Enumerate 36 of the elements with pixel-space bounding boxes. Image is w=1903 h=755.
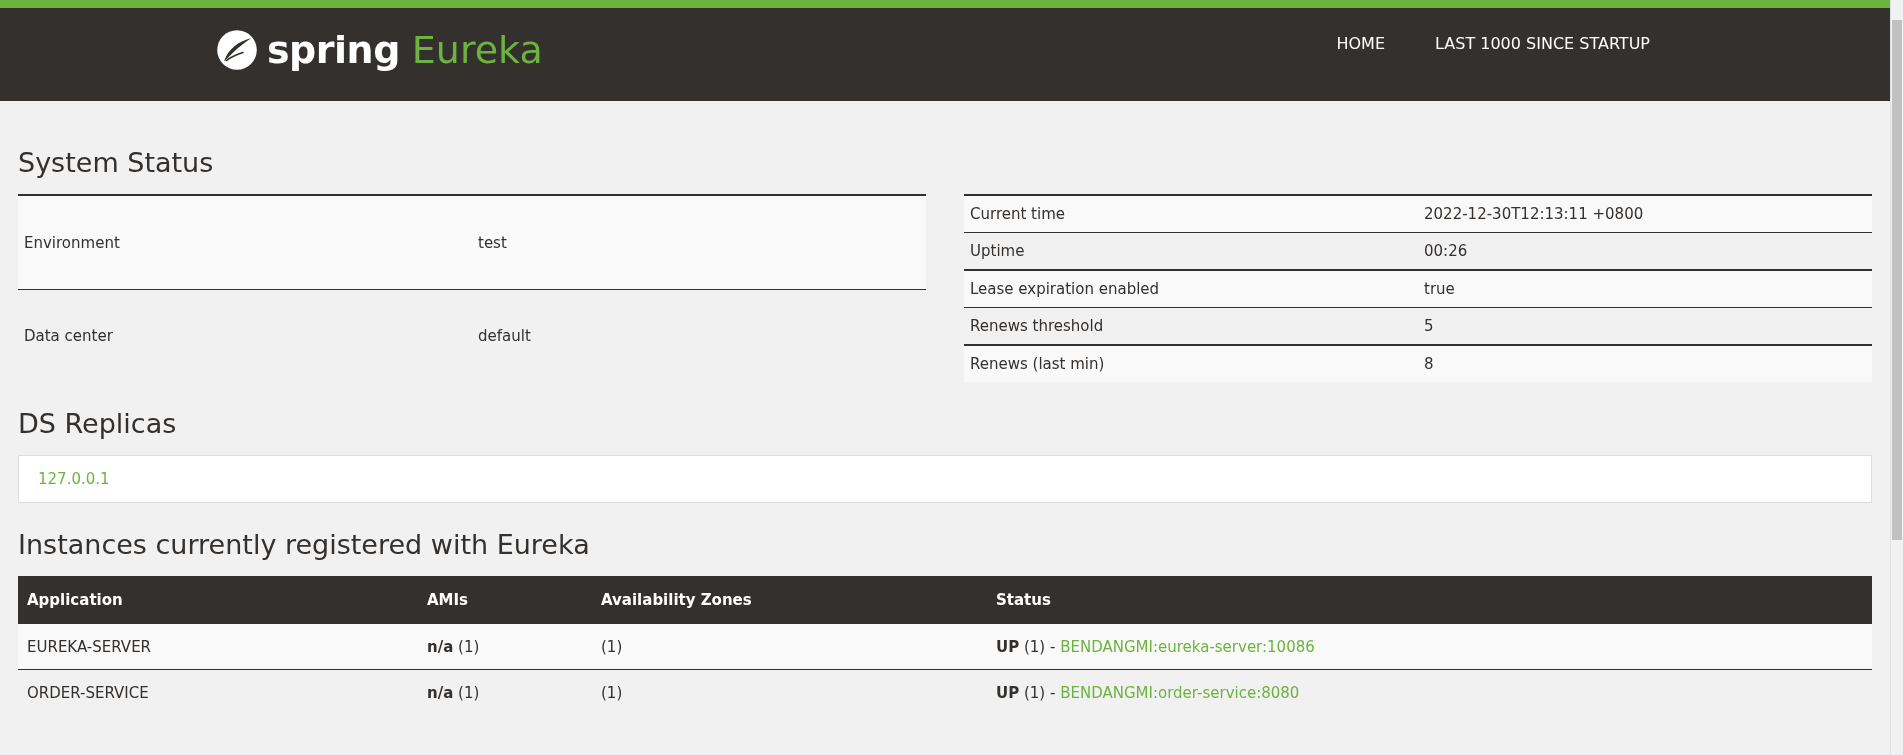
logo-product-text: Eureka xyxy=(411,27,543,72)
table-cell: Renews threshold xyxy=(964,307,1418,345)
table-cell: 2022-12-30T12:13:11 +0800 xyxy=(1418,195,1872,233)
column-header: Availability Zones xyxy=(592,576,983,624)
table-cell: 00:26 xyxy=(1418,232,1872,270)
table-cell: Lease expiration enabled xyxy=(964,270,1418,308)
column-header: Application xyxy=(18,576,418,624)
table-cell: EUREKA-SERVER xyxy=(18,624,418,670)
table-cell: Current time xyxy=(964,195,1418,233)
table-cell: true xyxy=(1418,270,1872,308)
table-cell: (1) xyxy=(592,624,983,670)
table-cell: test xyxy=(472,195,926,290)
section-heading: System Status xyxy=(18,147,215,178)
table-cell: Environment xyxy=(18,195,472,290)
nav-link[interactable]: HOME xyxy=(1336,34,1385,53)
section-heading: Instances currently registered with Eureka xyxy=(18,529,591,560)
replica-link[interactable]: 127.0.0.1 xyxy=(38,470,110,488)
instance-link[interactable]: BENDANGMI:order-service:8080 xyxy=(1060,683,1300,702)
column-header: Status xyxy=(983,576,1872,624)
table-cell: 8 xyxy=(1418,345,1872,382)
column-header: AMIs xyxy=(418,576,592,624)
table-cell: 5 xyxy=(1418,307,1872,345)
status-text: UP (1) - xyxy=(996,637,1056,656)
status-text: UP (1) - xyxy=(996,683,1056,702)
table-cell: Renews (last min) xyxy=(964,345,1418,382)
scrollbar[interactable] xyxy=(1890,0,1903,755)
table-cell: Uptime xyxy=(964,232,1418,270)
table-cell: ORDER-SERVICE xyxy=(18,669,418,715)
logo-text: spring xyxy=(267,27,400,72)
table-cell: (1) xyxy=(592,669,983,715)
nav-link[interactable]: LAST 1000 SINCE STARTUP xyxy=(1435,34,1650,53)
section-heading: DS Replicas xyxy=(18,408,178,439)
instance-link[interactable]: BENDANGMI:eureka-server:10086 xyxy=(1060,637,1315,656)
table-cell: n/a (1) xyxy=(418,669,592,715)
leaf-logo-icon xyxy=(215,27,259,72)
table-cell: n/a (1) xyxy=(418,624,592,670)
